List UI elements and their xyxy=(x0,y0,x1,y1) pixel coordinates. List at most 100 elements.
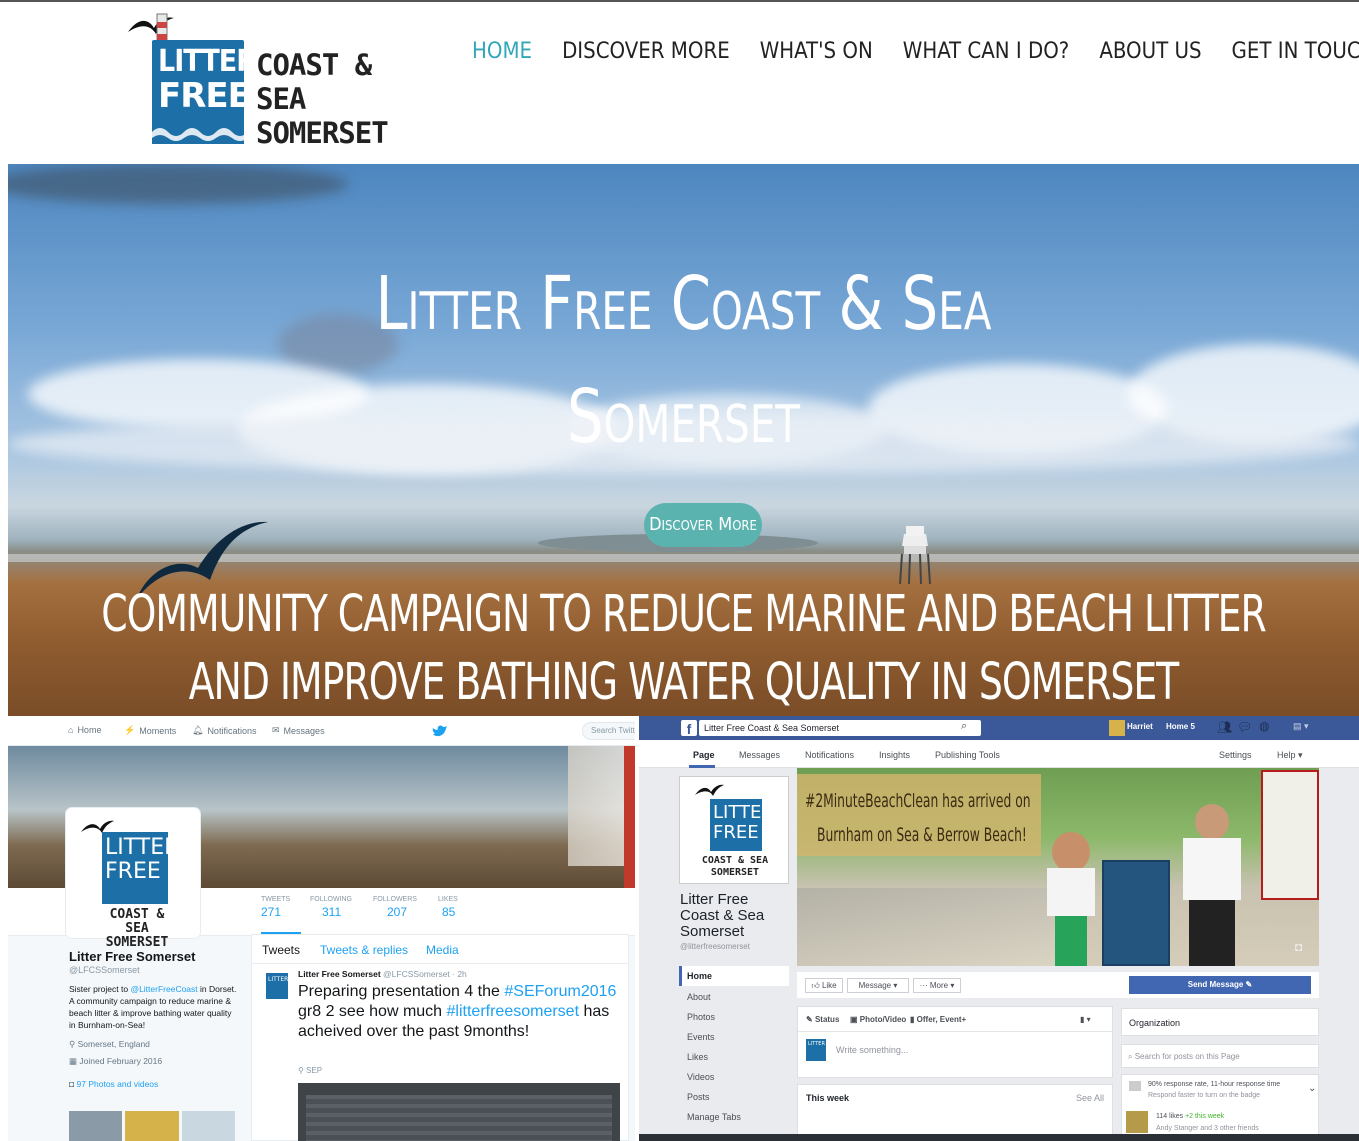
composer-tab-status[interactable]: ✎ Status xyxy=(806,1015,839,1024)
globe-icon[interactable]: ◍ xyxy=(1259,719,1269,733)
composer-tab-offer[interactable]: ▮ Offer, Event+ xyxy=(910,1015,966,1024)
likes-delta: +2 this week xyxy=(1185,1113,1225,1120)
location-text: Somerset, England xyxy=(77,1039,150,1049)
fb-sidebar-about[interactable]: About xyxy=(687,992,711,1002)
fb-sidebar-likes[interactable]: Likes xyxy=(687,1052,708,1062)
fb-tab-notifications[interactable]: Notifications xyxy=(805,750,854,760)
nav-about-us[interactable]: ABOUT US xyxy=(1099,38,1201,66)
friends-icon[interactable]: 👥︎ xyxy=(1217,720,1232,734)
fb-search-posts[interactable]: ⌕ Search for posts on this Page xyxy=(1121,1044,1319,1068)
send-message-label: Send Message xyxy=(1187,980,1244,989)
composer-tab-photo[interactable]: ▣ Photo/Video xyxy=(850,1015,906,1024)
fb-search-input[interactable]: Litter Free Coast & Sea Somerset xyxy=(699,720,981,736)
fb-more-button[interactable]: ··· More ▾ xyxy=(913,978,961,993)
fb-sidebar-home[interactable]: Home xyxy=(687,971,712,981)
fb-message-button[interactable]: Message ▾ xyxy=(847,978,909,993)
beachclean-board xyxy=(1102,860,1170,966)
tab-tweets[interactable]: Tweets xyxy=(262,943,300,957)
twitter-avatar[interactable]: LITTER FREE COAST & SEA SOMERSET xyxy=(66,808,200,950)
fb-sidebar-manage-tabs[interactable]: Manage Tabs xyxy=(687,1112,741,1122)
stat-value: 85 xyxy=(442,905,456,919)
twitter-profile-screenshot: ⌂ Home ⚡ Moments 🔔︎ Notifications ✉ Messages… xyxy=(8,716,635,1141)
fb-tab-publishing-tools[interactable]: Publishing Tools xyxy=(935,750,1000,760)
nav-whats-on[interactable]: WHAT'S ON xyxy=(760,38,873,66)
stat-value: 207 xyxy=(387,905,408,919)
fb-sidebar-posts[interactable]: Posts xyxy=(687,1092,710,1102)
messages-icon[interactable]: 💬︎ xyxy=(1237,720,1252,734)
photo-thumbnail[interactable] xyxy=(125,1111,179,1141)
fb-page-handle[interactable]: @litterfreesomerset xyxy=(680,942,750,951)
pencil-icon: ✎ xyxy=(806,1015,813,1024)
nav-get-in-touch[interactable]: GET IN TOUCH xyxy=(1232,38,1359,66)
composer-input[interactable]: Write something... xyxy=(836,1045,908,1055)
fb-organization-card: Organization xyxy=(1121,1008,1319,1036)
calendar-icon: ▦ xyxy=(69,1056,78,1066)
person-head xyxy=(1052,832,1090,872)
fb-sidebar-photos[interactable]: Photos xyxy=(687,1012,715,1022)
tweet-timeline: Tweets Tweets & replies Media LITTER Lit… xyxy=(251,934,629,1141)
stat-label: FOLLOWERS xyxy=(373,896,417,903)
tw-search-input[interactable]: Search Twitt xyxy=(582,722,635,740)
tw-nav-notifications[interactable]: 🔔︎ Notifications xyxy=(192,725,256,736)
nav-discover-more[interactable]: DISCOVER MORE xyxy=(562,38,730,66)
fb-logo-badge: LITTER FREE xyxy=(710,799,774,851)
likes-count: 114 likes +2 this week xyxy=(1156,1113,1224,1120)
fb-tab-settings[interactable]: Settings xyxy=(1219,750,1252,760)
fb-tab-help[interactable]: Help ▾ xyxy=(1277,750,1303,761)
search-icon[interactable]: ⌕ xyxy=(961,720,967,733)
tw-nav-label: Moments xyxy=(139,725,177,736)
discover-more-button[interactable]: Discover More xyxy=(644,503,762,547)
nav-home[interactable]: HOME xyxy=(472,38,532,66)
fb-cover-photo[interactable]: #2MinuteBeachClean has arrived on Burnha… xyxy=(797,768,1319,966)
facebook-logo-icon[interactable]: f xyxy=(681,720,697,737)
fb-sidebar-videos[interactable]: Videos xyxy=(687,1072,714,1082)
fb-profile-picture[interactable]: LITTER FREE COAST & SEA SOMERSET xyxy=(679,776,789,884)
profile-joined: ▦ Joined February 2016 xyxy=(69,1056,239,1067)
photo-thumbnail[interactable] xyxy=(181,1111,235,1141)
fb-logo-somerset: SOMERSET xyxy=(710,867,760,878)
tweet-image[interactable] xyxy=(298,1083,620,1141)
fb-page-tabs: Page Messages Notifications Insights Pub… xyxy=(639,740,1359,768)
taskbar-edge xyxy=(639,1134,1359,1141)
fb-like-button[interactable]: 👍︎ Like xyxy=(805,978,843,993)
profile-handle[interactable]: @LFCSSomerset xyxy=(69,965,239,975)
fb-tab-insights[interactable]: Insights xyxy=(879,750,910,760)
stat-value: 271 xyxy=(261,905,282,919)
tab-tweets-replies[interactable]: Tweets & replies xyxy=(320,943,408,957)
stat-followers[interactable]: FOLLOWERS 207 xyxy=(373,896,417,919)
chevron-down-icon[interactable]: ⌄ xyxy=(1308,1083,1316,1094)
account-menu-icon[interactable]: ▤ ▾ xyxy=(1293,721,1309,732)
see-all-link[interactable]: See All xyxy=(1076,1093,1104,1103)
nav-what-can-i-do[interactable]: WHAT CAN I DO? xyxy=(903,38,1070,66)
tweet-footer-text: SEP xyxy=(306,1066,323,1075)
hashtag-link[interactable]: #litterfreesomerset xyxy=(447,1003,580,1020)
stat-tweets[interactable]: TWEETS 271 xyxy=(261,896,290,919)
profile-name[interactable]: Litter Free Somerset xyxy=(69,949,239,964)
stat-following[interactable]: FOLLOWING 311 xyxy=(310,896,352,919)
photos-link[interactable]: ◘ 97 Photos and videos xyxy=(69,1079,239,1089)
tab-media[interactable]: Media xyxy=(426,943,459,957)
photo-thumbnail[interactable] xyxy=(69,1111,123,1141)
fb-home-link[interactable]: Home 5 xyxy=(1166,722,1195,731)
tw-nav-home[interactable]: ⌂ Home xyxy=(68,725,101,735)
tweet-avatar[interactable]: LITTER xyxy=(266,973,288,999)
fb-sidebar-events[interactable]: Events xyxy=(687,1032,715,1042)
fb-tab-messages[interactable]: Messages xyxy=(739,750,780,760)
send-message-button[interactable]: Send Message ✎ xyxy=(1129,976,1311,994)
tw-nav-messages[interactable]: ✉ Messages xyxy=(272,725,325,736)
fb-page-name[interactable]: Litter Free Coast & Sea Somerset xyxy=(680,892,784,940)
hashtag-link[interactable]: #SEForum2016 xyxy=(504,983,616,1000)
tweet-meta[interactable]: @LFCSSomerset · 2h xyxy=(383,969,467,979)
logo-coast-sea: COAST & SEA xyxy=(256,48,372,116)
bio-mention-link[interactable]: @LitterFreeCoast xyxy=(130,984,197,994)
camera-icon[interactable]: ◘ xyxy=(1295,940,1302,954)
tweet-author[interactable]: Litter Free Somerset xyxy=(298,969,381,979)
fb-user-name[interactable]: Harriet xyxy=(1127,722,1153,731)
composer-audience-icon[interactable]: ▮ ▾ xyxy=(1080,1015,1091,1024)
fb-action-bar: 👍︎ Like Message ▾ ··· More ▾ Send Messag… xyxy=(797,972,1319,998)
fb-tab-page[interactable]: Page xyxy=(693,750,715,760)
tw-nav-moments[interactable]: ⚡ Moments xyxy=(124,725,176,736)
stat-likes[interactable]: LIKES 85 xyxy=(438,896,458,919)
user-avatar[interactable] xyxy=(1109,720,1125,736)
site-logo[interactable]: LITTER FREE COAST & SEA SOMERSET xyxy=(126,10,416,150)
